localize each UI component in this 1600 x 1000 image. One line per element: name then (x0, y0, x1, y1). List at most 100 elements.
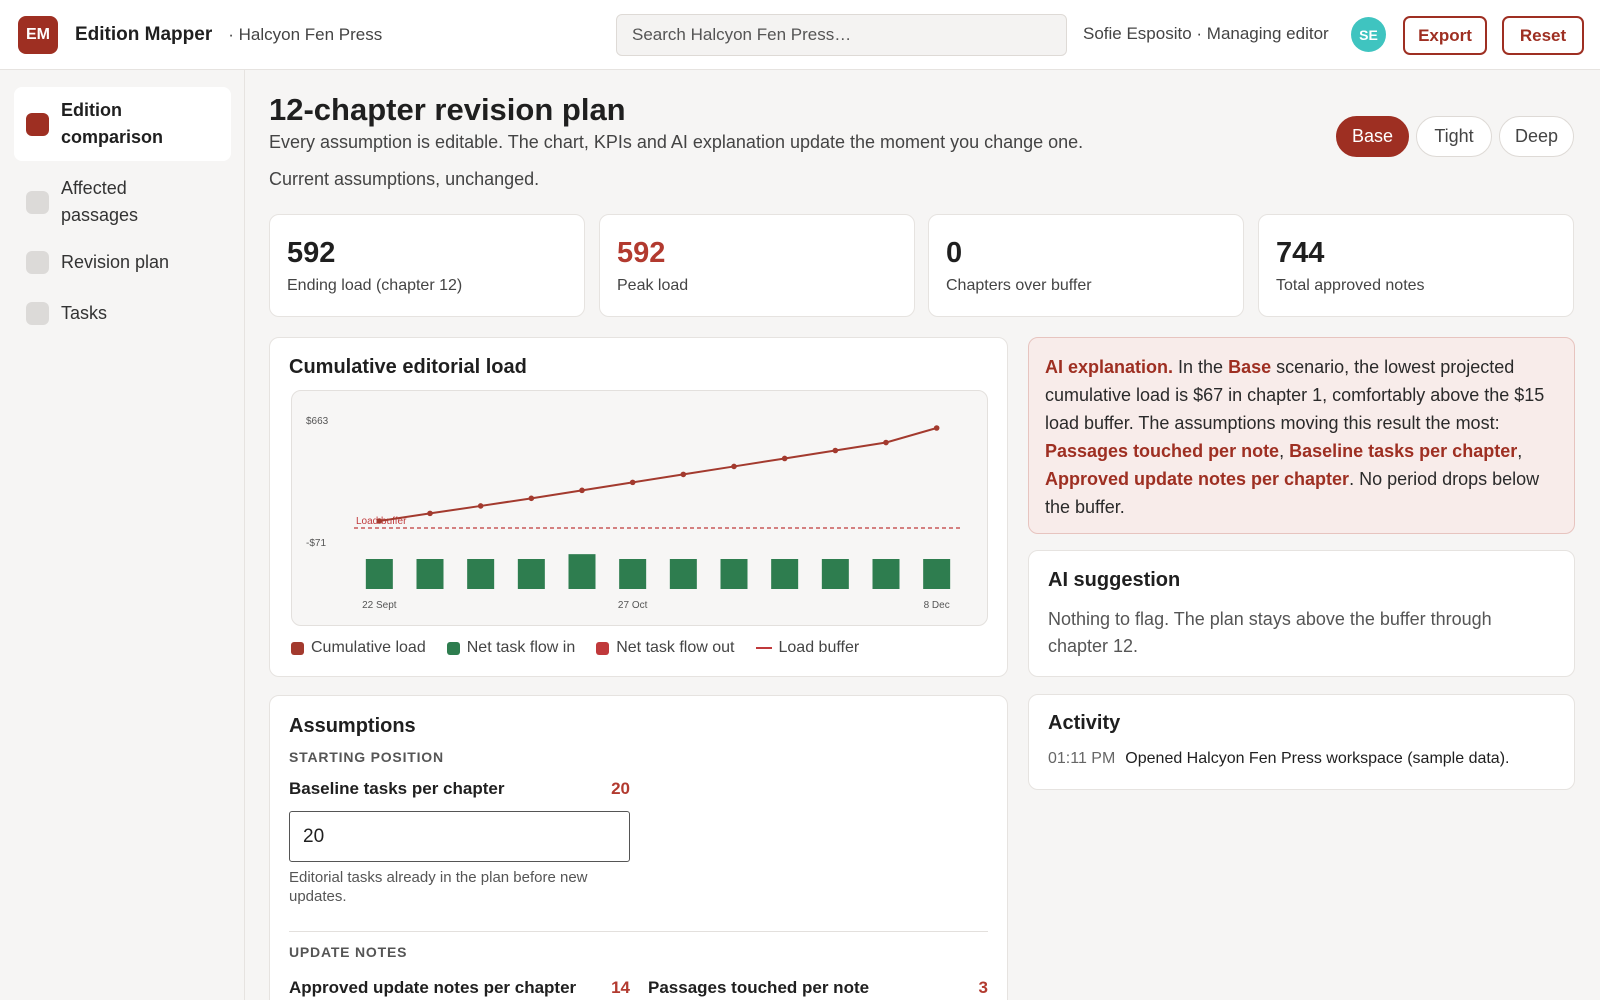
sidebar-item-tasks[interactable]: Tasks (14, 298, 231, 328)
x-tick-label: 22 Sept (362, 600, 397, 611)
top-header: EM Edition Mapper · Halcyon Fen Press So… (0, 0, 1600, 70)
reset-button[interactable]: Reset (1502, 16, 1584, 55)
section-update-notes: UPDATE NOTES (289, 944, 408, 960)
bar-net-in-7[interactable] (669, 559, 697, 589)
y-tick-label: $663 (306, 416, 329, 427)
baseline-tasks-label: Baseline tasks per chapter (289, 779, 505, 798)
passages-touched-label: Passages touched per note (648, 978, 870, 997)
assumption-state: Current assumptions, unchanged. (269, 169, 540, 189)
bar-net-in-12[interactable] (923, 559, 951, 589)
point-cumulative-9[interactable] (781, 455, 788, 462)
chart-legend: Cumulative load Net task flow in Net tas… (291, 639, 880, 657)
nav-square-icon (26, 250, 49, 274)
approved-notes-label: Approved update notes per chapter (289, 978, 577, 997)
kpi-value: 592 (617, 237, 666, 269)
activity-time: 01:11 PM (1048, 750, 1116, 767)
ai-suggestion-title: AI suggestion (1048, 569, 1181, 591)
legend-label: Load buffer (778, 639, 860, 656)
assumptions-title: Assumptions (289, 715, 416, 737)
activity-text: Opened Halcyon Fen Press workspace (samp… (1125, 750, 1510, 767)
point-cumulative-3[interactable] (477, 503, 484, 509)
kpi-label: Chapters over buffer (946, 277, 1092, 294)
sidebar-item-label: Edition comparison (61, 100, 164, 147)
ai-assumption-link[interactable]: Approved update notes per chapter (1045, 469, 1349, 489)
legend-swatch (291, 641, 304, 655)
kpi-peak-load: 592 Peak load (599, 214, 915, 317)
bar-net-in-11[interactable] (872, 559, 900, 589)
ai-text: In the (1173, 357, 1229, 377)
sidebar-item-edition-comparison[interactable]: Edition comparison (14, 87, 231, 161)
bar-net-in-4[interactable] (517, 559, 545, 589)
sidebar-item-label: Revision plan (61, 251, 170, 272)
chart-title: Cumulative editorial load (289, 356, 527, 378)
point-cumulative-10[interactable] (832, 447, 839, 454)
legend-item-net-out[interactable]: Net task flow out (596, 639, 735, 657)
chart-card: Cumulative editorial load $663 -$71 Load… (269, 337, 1008, 677)
bar-net-in-5[interactable] (568, 554, 596, 589)
activity-entry: 01:11 PM Opened Halcyon Fen Press workspa… (1048, 750, 1509, 768)
point-cumulative-1[interactable] (376, 518, 383, 524)
legend-swatch (446, 641, 460, 655)
sidebar-item-label: Affected passages (61, 178, 139, 225)
chart-area: $663 -$71 Load buffer 22 Sept 27 Oct 8 D… (291, 390, 988, 626)
scenario-base-button[interactable]: Base (1336, 116, 1409, 157)
ai-assumption-link[interactable]: Passages touched per note (1045, 441, 1279, 461)
page-title: 12-chapter revision plan (269, 92, 626, 127)
sidebar-item-revision-plan[interactable]: Revision plan (14, 247, 231, 277)
point-cumulative-6[interactable] (629, 479, 636, 486)
kpi-chapters-over-buffer: 0 Chapters over buffer (928, 214, 1244, 317)
section-starting-position: STARTING POSITION (289, 749, 444, 765)
nav-square-icon (26, 190, 49, 214)
cumulative-load-chart: $663 -$71 Load buffer 22 Sept 27 Oct 8 D… (306, 416, 962, 611)
sidebar: Edition comparison Affected passages Rev… (0, 70, 245, 1000)
legend-item-load-buffer[interactable]: Load buffer (755, 639, 860, 657)
point-cumulative-8[interactable] (731, 463, 737, 470)
kpi-value: 592 (287, 237, 336, 269)
assumptions-card: Assumptions STARTING POSITION Baseline t… (269, 695, 1008, 1000)
app-logo: EM (18, 15, 58, 54)
avatar[interactable]: SE (1351, 17, 1386, 52)
nav-square-icon (26, 301, 49, 325)
workspace-name: · Halcyon Fen Press (228, 24, 383, 44)
point-cumulative-11[interactable] (883, 439, 889, 446)
user-name: Sofie Esposito · Managing editor (1083, 24, 1329, 43)
baseline-tasks-input[interactable] (289, 811, 630, 862)
legend-item-cumulative-load[interactable]: Cumulative load (291, 639, 426, 657)
ai-assumption-link[interactable]: Baseline tasks per chapter (1289, 441, 1517, 461)
ai-text: , (1517, 441, 1523, 461)
kpi-total-approved-notes: 744 Total approved notes (1258, 214, 1574, 317)
sidebar-item-label: Tasks (61, 302, 108, 323)
bar-net-in-1[interactable] (365, 559, 393, 589)
export-button[interactable]: Export (1403, 16, 1487, 55)
ai-explanation-lead: AI explanation. (1045, 357, 1174, 377)
point-cumulative-2[interactable] (427, 510, 433, 517)
legend-item-net-in[interactable]: Net task flow in (446, 639, 576, 657)
bar-net-in-2[interactable] (416, 559, 444, 589)
bar-net-in-8[interactable] (720, 559, 748, 589)
kpi-label: Ending load (chapter 12) (287, 277, 463, 294)
kpi-value: 0 (946, 237, 963, 269)
kpi-label: Total approved notes (1276, 277, 1425, 294)
point-cumulative-5[interactable] (579, 487, 585, 494)
sidebar-item-affected-passages[interactable]: Affected passages (14, 171, 231, 233)
baseline-tasks-help: Editorial tasks already in the plan befo… (289, 869, 588, 905)
bar-net-in-3[interactable] (467, 559, 495, 589)
point-cumulative-12[interactable] (933, 425, 940, 431)
activity-title: Activity (1048, 712, 1121, 734)
cumulative-load-line (379, 427, 937, 522)
ai-suggestion-card: AI suggestion Nothing to flag. The plan … (1028, 550, 1575, 677)
nav-square-icon (26, 112, 49, 136)
point-cumulative-7[interactable] (680, 471, 687, 478)
bar-net-in-9[interactable] (771, 559, 799, 589)
app-title: Edition Mapper (75, 23, 213, 45)
section-divider (289, 931, 988, 932)
kpi-label: Peak load (617, 277, 689, 294)
point-cumulative-4[interactable] (528, 495, 535, 502)
legend-label: Net task flow in (466, 639, 576, 656)
scenario-deep-button[interactable]: Deep (1499, 116, 1574, 157)
scenario-tight-button[interactable]: Tight (1416, 116, 1492, 157)
search-input[interactable] (616, 14, 1067, 56)
bar-net-in-6[interactable] (619, 559, 647, 589)
bar-net-in-10[interactable] (821, 559, 849, 589)
activity-card: Activity 01:11 PM Opened Halcyon Fen Pres… (1028, 694, 1575, 790)
